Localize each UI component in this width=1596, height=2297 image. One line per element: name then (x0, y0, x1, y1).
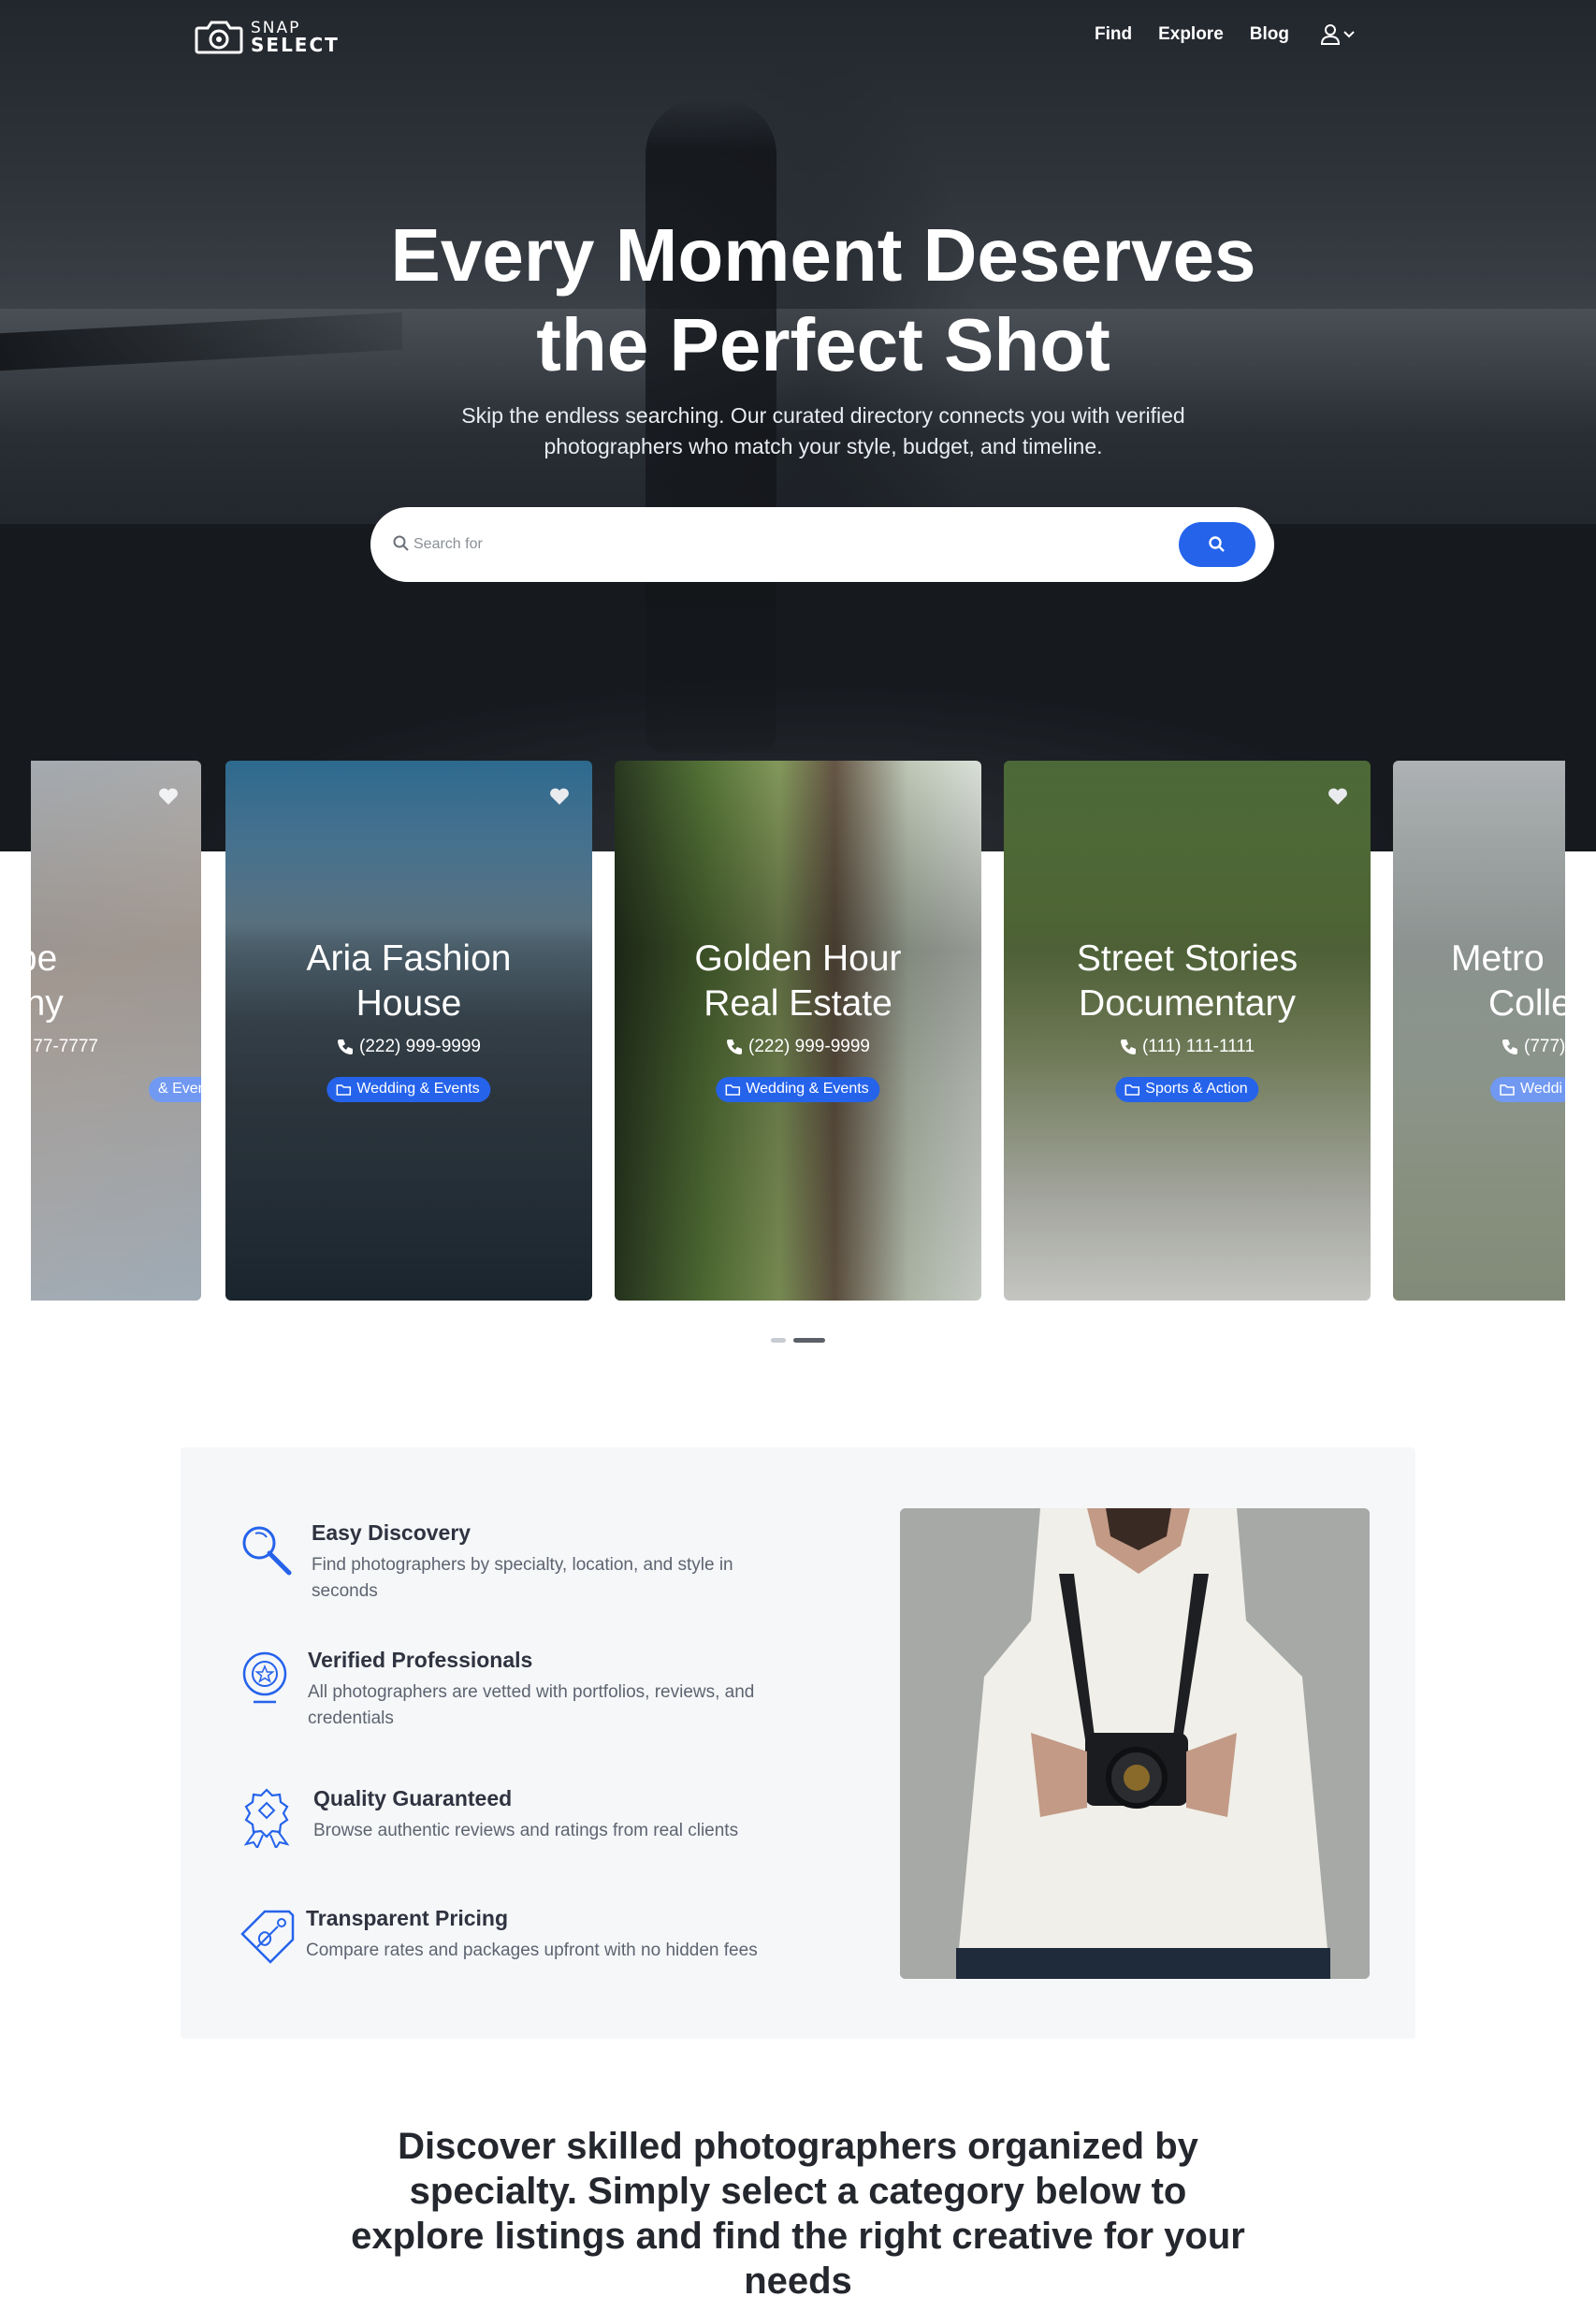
category-badge[interactable]: Wedding & Events (716, 1077, 880, 1102)
price-tag-icon (240, 1910, 295, 1964)
feature-desc: Find photographers by specialty, locatio… (312, 1555, 733, 1601)
hero-subtitle: Skip the endless searching. Our curated … (461, 403, 1185, 458)
magnifier-icon (242, 1526, 292, 1576)
folder-icon (336, 1083, 352, 1096)
user-menu[interactable] (1321, 24, 1355, 45)
feature-title: Quality Guaranteed (313, 1786, 513, 1810)
heart-icon[interactable] (549, 787, 570, 806)
listing-name-line2: raphy (31, 983, 64, 1024)
listing-name-line2: House (355, 983, 462, 1024)
nav-blog[interactable]: Blog (1250, 24, 1289, 45)
category-badge[interactable]: Wedding & Events (326, 1077, 491, 1102)
carousel-dot-active[interactable] (793, 1338, 825, 1343)
folder-icon (1124, 1083, 1140, 1096)
nav-explore[interactable]: Explore (1158, 24, 1224, 45)
search-bar (370, 507, 1274, 582)
feature-desc: Compare rates and packages upfront with … (306, 1941, 758, 1960)
phone-icon (1502, 1039, 1517, 1054)
listing-name-line1: Aria Fashion (306, 938, 512, 979)
hero-title: Every Moment Deserves the Perfect Shot (0, 211, 1596, 390)
carousel-dot[interactable] (771, 1338, 786, 1343)
phone-icon (338, 1039, 354, 1054)
folder-icon (725, 1083, 741, 1096)
heart-icon[interactable] (1328, 787, 1348, 806)
listing-card[interactable]: Golden Hour Real Estate (222) 999-9999 We… (615, 761, 981, 1301)
listing-phone: 77-7777 (33, 1037, 98, 1056)
folder-icon (1500, 1083, 1515, 1096)
feature-title: Easy Discovery (312, 1520, 472, 1545)
discover-line2: specialty. Simply select a category belo… (409, 2171, 1187, 2212)
listing-name-line2: Documentary (1079, 983, 1296, 1024)
phone-icon (1120, 1039, 1136, 1054)
listing-phone: (777) (1524, 1037, 1565, 1056)
discover-line1: Discover skilled photographers organized… (398, 2126, 1198, 2167)
search-button[interactable] (1179, 522, 1255, 567)
listing-card[interactable]: Metro Colle (777) Weddi (1393, 761, 1565, 1301)
search-icon (1209, 536, 1225, 552)
listing-name-line1: Metro (1451, 938, 1545, 979)
category-badge[interactable]: & Events (148, 1077, 201, 1102)
camera-icon (195, 21, 243, 54)
listing-name-line2: Real Estate (704, 983, 892, 1024)
category-badge[interactable]: Sports & Action (1115, 1077, 1259, 1102)
award-ribbon-icon (243, 1788, 290, 1848)
chevron-down-icon (1343, 31, 1355, 38)
listing-name-line1: Golden Hour (694, 938, 902, 979)
photographer-illustration (900, 1508, 1370, 1979)
discover-heading: Discover skilled photographers organized… (281, 2124, 1315, 2297)
listing-phone: (111) 111-1111 (1141, 1037, 1255, 1056)
search-icon (393, 535, 409, 551)
listing-card[interactable]: Aria Fashion House (222) 999-9999 Wedding… (225, 761, 592, 1301)
phone-icon (727, 1039, 743, 1054)
listing-card[interactable]: Street Stories Documentary (111) 111-1111… (1004, 761, 1371, 1301)
verified-badge-icon (242, 1651, 287, 1704)
feature-desc: All photographers are vetted with portfo… (308, 1682, 755, 1728)
hero-title-line2: the Perfect Shot (536, 303, 1110, 386)
hero-title-line1: Every Moment Deserves (390, 213, 1256, 297)
logo-text-select: SELECT (251, 34, 340, 56)
feature-title: Verified Professionals (308, 1648, 533, 1672)
carousel-pagination (771, 1338, 825, 1343)
listing-phone: (222) 999-9999 (359, 1037, 481, 1056)
listing-name-line1: Street Stories (1076, 938, 1299, 979)
features-panel: Easy Discovery Find photographers by spe… (181, 1447, 1415, 2039)
listing-name-line1: cape (31, 938, 58, 979)
top-nav: SNAP SELECT Find Explore Blog (0, 0, 1596, 75)
photographer-carousel[interactable]: cape raphy 77-7777 & Events Aria FashionH… (31, 761, 1565, 1301)
logo[interactable]: SNAP SELECT (195, 17, 340, 56)
user-icon (1321, 24, 1340, 45)
discover-line4: needs (744, 2261, 852, 2297)
discover-line3: explore listings and find the right crea… (351, 2216, 1245, 2257)
feature-title: Transparent Pricing (306, 1906, 509, 1930)
heart-icon[interactable] (158, 787, 179, 806)
listing-phone: (222) 999-9999 (748, 1037, 870, 1056)
search-input[interactable] (414, 528, 1143, 561)
listing-name-line2: Colle (1488, 983, 1565, 1024)
listing-card[interactable]: cape raphy 77-7777 & Events (31, 761, 201, 1301)
photographer-holding-camera-image (900, 1508, 1370, 1979)
nav-find[interactable]: Find (1095, 24, 1132, 45)
feature-desc: Browse authentic reviews and ratings fro… (313, 1821, 739, 1840)
category-badge[interactable]: Weddi (1490, 1077, 1565, 1102)
